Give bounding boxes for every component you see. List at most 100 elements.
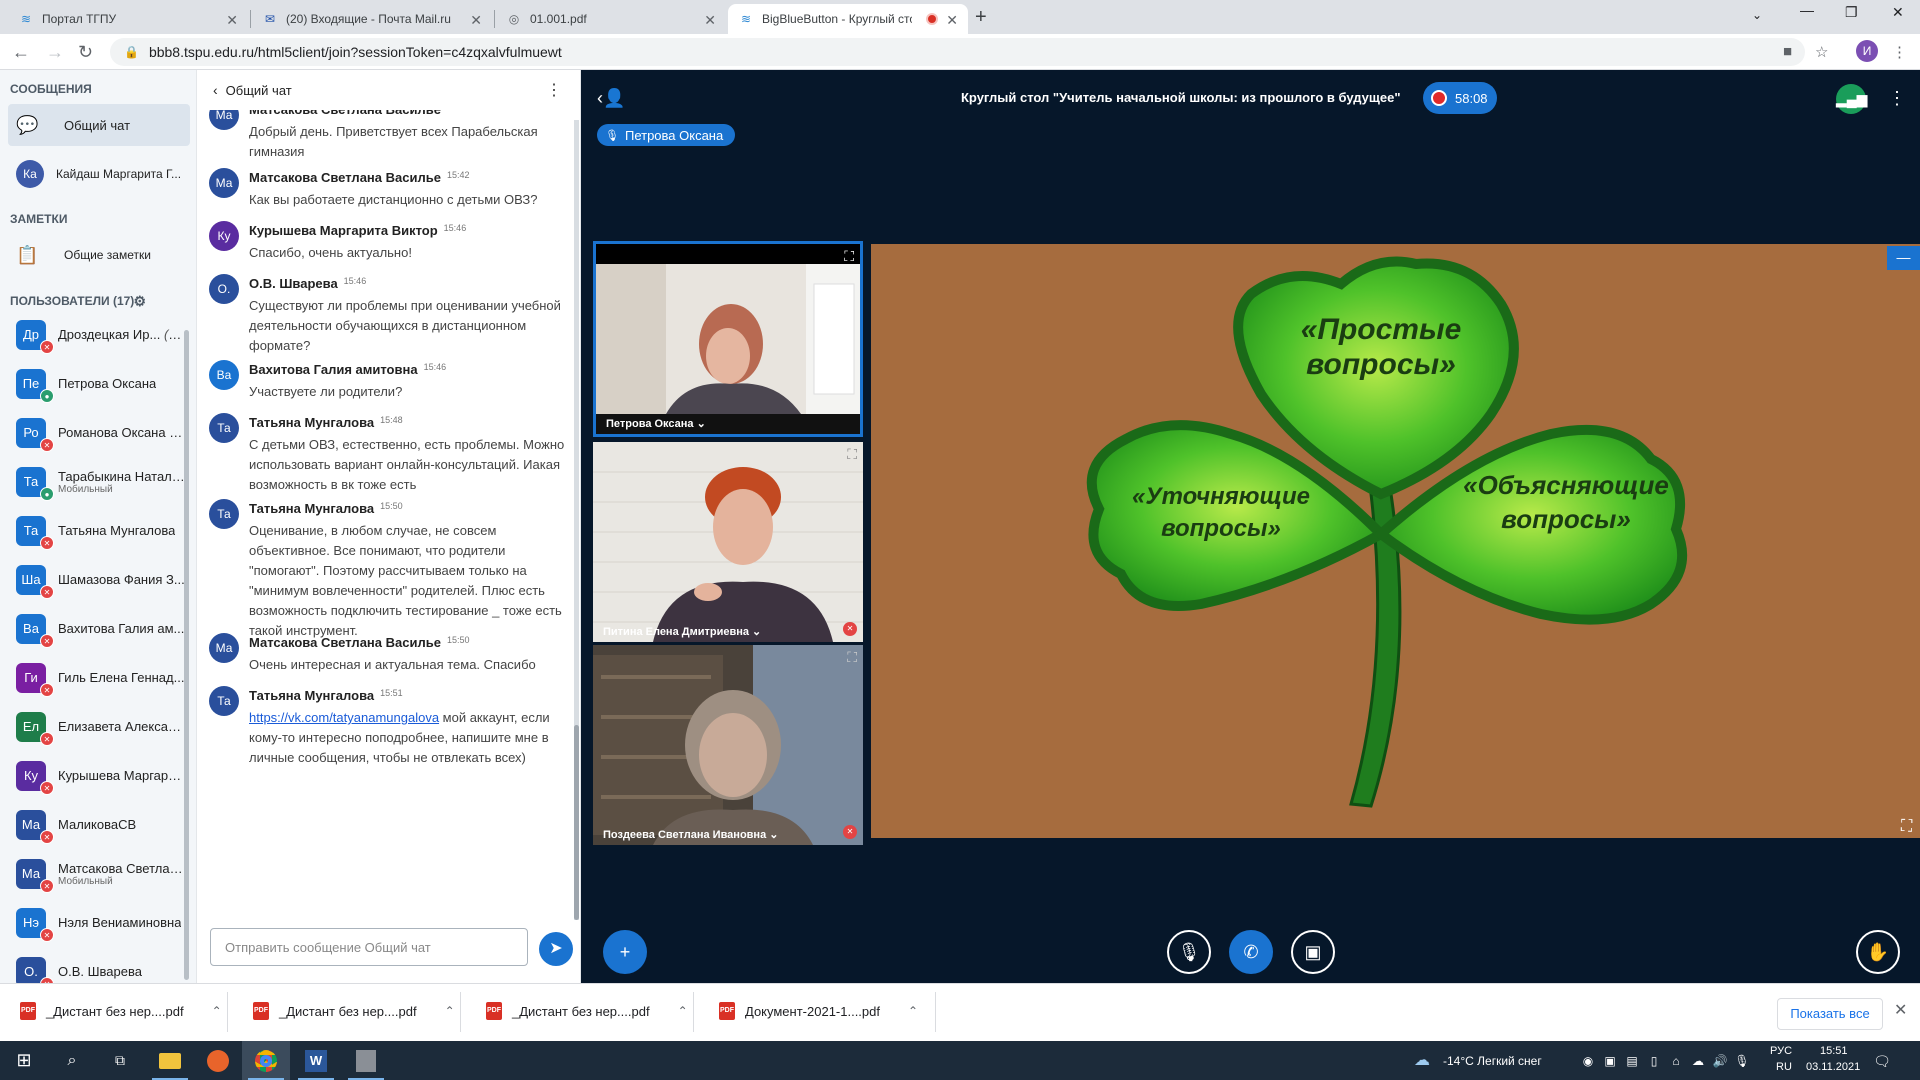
keyboard-layout[interactable]: RU xyxy=(1776,1061,1792,1073)
notifications-icon[interactable]: 🗨 xyxy=(1870,1049,1894,1073)
search-button[interactable]: ⌕ xyxy=(48,1041,96,1080)
gear-icon[interactable]: ⚙ xyxy=(133,293,146,310)
clock-time[interactable]: 15:51 xyxy=(1820,1045,1848,1057)
muted-mic-icon: ✕ xyxy=(40,683,54,697)
chat-message-input[interactable]: Отправить сообщение Общий чат xyxy=(210,928,528,966)
restore-button[interactable]: ❐ xyxy=(1845,4,1858,21)
minimize-button[interactable]: — xyxy=(1800,2,1814,18)
forward-arrow-icon[interactable]: → xyxy=(46,42,64,63)
fullscreen-icon[interactable]: ⛶ xyxy=(844,248,854,265)
user-list-scrollbar[interactable] xyxy=(184,330,189,980)
user-list-item[interactable]: Пе ● Петрова Оксана xyxy=(0,359,196,408)
user-list-item[interactable]: Ма ✕ Матсакова Светлан... Мобильный xyxy=(0,849,196,898)
shared-notes-entry[interactable]: 📋 Общие заметки xyxy=(8,234,190,276)
video-tile[interactable]: ⛶ Поздеева Светлана Ивановна ⌄ ✕ xyxy=(593,645,863,845)
task-view-button[interactable]: ⧉ xyxy=(96,1041,144,1080)
taskbar-explorer[interactable] xyxy=(146,1041,194,1080)
tab-mail[interactable]: ✉ (20) Входящие - Почта Mail.ru ✕ xyxy=(252,4,492,34)
user-list-item[interactable]: Ку ✕ Курышева Маргари... xyxy=(0,751,196,800)
video-participant-name[interactable]: Петрова Оксана ⌄ xyxy=(606,417,706,430)
presentation-slide[interactable]: «Простые вопросы» «Уточняющие вопросы» «… xyxy=(871,244,1920,838)
chevron-left-icon[interactable]: ‹ xyxy=(213,82,218,98)
camera-blocked-icon[interactable]: ■ xyxy=(1783,43,1792,60)
download-item[interactable]: PDF Документ-2021-1....pdf ⌃ xyxy=(719,1002,918,1020)
clock-date[interactable]: 03.11.2021 xyxy=(1806,1061,1860,1073)
user-list-item[interactable]: Та ✕ Татьяна Мунгалова xyxy=(0,506,196,555)
user-list-item[interactable]: Нэ ✕ Нэля Вениаминовна xyxy=(0,898,196,947)
private-chat-entry[interactable]: Ка Кайдаш Маргарита Г... xyxy=(8,152,190,196)
video-tile[interactable]: ⛶ Петрова Оксана ⌄ xyxy=(593,241,863,437)
video-tile[interactable]: ⛶ Питина Елена Дмитриевна ⌄ ✕ xyxy=(593,442,863,642)
show-all-downloads-button[interactable]: Показать все xyxy=(1777,998,1883,1030)
user-list-item[interactable]: Та ● Тарабыкина Наталья Мобильный xyxy=(0,457,196,506)
options-menu-icon[interactable]: ⋮ xyxy=(1888,88,1906,109)
video-participant-name[interactable]: Поздеева Светлана Ивановна ⌄ xyxy=(603,828,778,841)
chevron-up-icon[interactable]: ⌃ xyxy=(678,1004,688,1018)
close-icon[interactable]: ✕ xyxy=(470,12,482,29)
browser-menu-icon[interactable]: ⋮ xyxy=(1892,43,1907,61)
recording-indicator[interactable]: 58:08 xyxy=(1423,82,1497,114)
close-icon[interactable]: ✕ xyxy=(946,12,958,29)
chat-scrollbar[interactable] xyxy=(574,725,579,920)
reload-icon[interactable]: ↻ xyxy=(78,42,93,63)
user-list-item[interactable]: Др✕Дроздецкая Ир... (Вы) xyxy=(0,310,196,359)
user-list-item[interactable]: Ша ✕ Шамазова Фания З... xyxy=(0,555,196,604)
taskbar-firefox[interactable] xyxy=(194,1041,242,1080)
actions-plus-button[interactable]: + xyxy=(603,930,647,974)
chevron-up-icon[interactable]: ⌃ xyxy=(445,1004,455,1018)
tray-discord-icon[interactable]: ◉ xyxy=(1576,1049,1600,1073)
send-message-button[interactable]: ➤ xyxy=(539,932,573,966)
download-item[interactable]: PDF _Дистант без нер....pdf ⌃ xyxy=(253,1002,455,1020)
url-field[interactable]: 🔒 bbb8.tspu.edu.ru/html5client/join?sess… xyxy=(110,38,1805,66)
profile-avatar[interactable]: И xyxy=(1856,40,1878,62)
close-icon[interactable]: ✕ xyxy=(1894,1000,1907,1020)
fullscreen-icon[interactable]: ⛶ xyxy=(847,649,857,666)
new-tab-button[interactable]: + xyxy=(975,6,987,29)
weather-text[interactable]: -14°C Легкий снег xyxy=(1443,1054,1542,1068)
mute-mic-button[interactable]: 🎙 xyxy=(1167,930,1211,974)
leave-audio-button[interactable]: ✆ xyxy=(1229,930,1273,974)
presentation-fullscreen-icon[interactable]: ⛶ xyxy=(1901,818,1912,836)
download-item[interactable]: PDF _Дистант без нер....pdf ⌃ xyxy=(20,1002,222,1020)
chevron-up-icon[interactable]: ⌃ xyxy=(212,1004,222,1018)
onedrive-icon[interactable]: ☁ xyxy=(1686,1049,1710,1073)
start-button[interactable]: ⊞ xyxy=(0,1041,48,1080)
tab-portal[interactable]: ≋ Портал ТГПУ ✕ xyxy=(8,4,248,34)
tray-nvidia-icon[interactable]: ▣ xyxy=(1598,1049,1622,1073)
share-webcam-button[interactable]: ▣ xyxy=(1291,930,1335,974)
taskbar-chrome[interactable] xyxy=(242,1041,290,1080)
tab-pdf[interactable]: ◎ 01.001.pdf ✕ xyxy=(496,4,726,34)
back-arrow-icon[interactable]: ← xyxy=(12,42,30,63)
user-list-item[interactable]: Ел ✕ Елизавета Алексан... xyxy=(0,702,196,751)
taskbar-archiver[interactable] xyxy=(342,1041,390,1080)
connection-status-icon[interactable]: ▂▄▆ xyxy=(1836,84,1867,114)
toggle-userlist-icon[interactable]: ‹👤 xyxy=(597,88,625,109)
message-link[interactable]: https://vk.com/tatyanamungalova xyxy=(249,710,439,725)
fullscreen-icon[interactable]: ⛶ xyxy=(847,446,857,463)
tab-search-icon[interactable]: ⌄ xyxy=(1752,8,1762,22)
user-list-item[interactable]: Ва ✕ Вахитова Галия ам... xyxy=(0,604,196,653)
battery-icon[interactable]: ▯ xyxy=(1642,1049,1666,1073)
chevron-up-icon[interactable]: ⌃ xyxy=(908,1004,918,1018)
tab-bigbluebutton[interactable]: ≋ BigBlueButton - Круглый сто ✕ xyxy=(728,4,968,34)
user-list-item[interactable]: Ги ✕ Гиль Елена Геннад... xyxy=(0,653,196,702)
network-icon[interactable]: ⌂ xyxy=(1664,1049,1688,1073)
raise-hand-button[interactable]: ✋ xyxy=(1856,930,1900,974)
close-icon[interactable]: ✕ xyxy=(704,12,716,29)
video-participant-name[interactable]: Питина Елена Дмитриевна ⌄ xyxy=(603,625,761,638)
user-list-item[interactable]: Ро ✕ Романова Оксана Е... xyxy=(0,408,196,457)
user-list-item[interactable]: О.✕О.В. Шварева xyxy=(0,947,196,983)
download-item[interactable]: PDF _Дистант без нер....pdf ⌃ xyxy=(486,1002,688,1020)
mic-tray-icon[interactable]: 🎙 xyxy=(1730,1049,1754,1073)
user-list-item[interactable]: Ма ✕ МаликоваСВ xyxy=(0,800,196,849)
taskbar-word[interactable]: W xyxy=(292,1041,340,1080)
chat-options-menu-icon[interactable]: ⋮ xyxy=(546,80,562,100)
tray-app-icon[interactable]: ▤ xyxy=(1620,1049,1644,1073)
close-icon[interactable]: ✕ xyxy=(226,12,238,29)
public-chat-entry[interactable]: 💬 Общий чат xyxy=(8,104,190,146)
window-close-button[interactable]: ✕ xyxy=(1892,4,1904,21)
language-indicator[interactable]: РУС xyxy=(1770,1045,1792,1057)
bookmark-star-icon[interactable]: ☆ xyxy=(1815,43,1828,61)
volume-icon[interactable]: 🔊 xyxy=(1708,1049,1732,1073)
minimize-presentation-button[interactable]: — xyxy=(1887,246,1920,270)
